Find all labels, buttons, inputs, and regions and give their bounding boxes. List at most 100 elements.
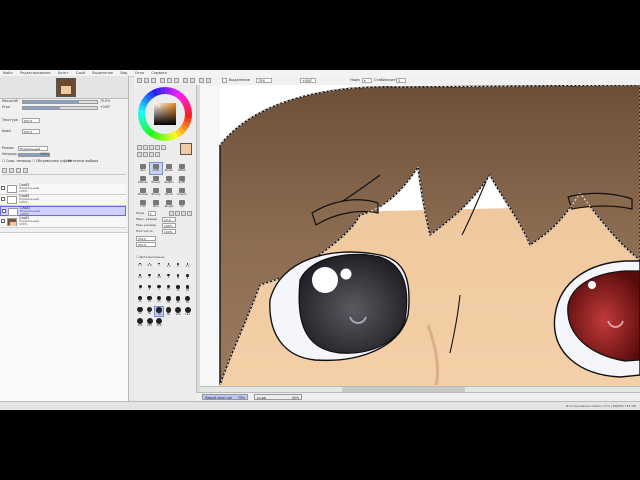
layer-item[interactable]: Слой1 Нормальный 100%: [0, 216, 126, 228]
zoom-in-icon[interactable]: [167, 78, 172, 83]
min-size-field[interactable]: 100%: [162, 223, 176, 228]
layer-item[interactable]: Слой4 Нормальный 100%: [0, 194, 126, 206]
rotate-left-icon[interactable]: [183, 78, 188, 83]
border-dropdown[interactable]: [Нет]: [22, 129, 40, 134]
delete-layer-icon[interactable]: [23, 168, 28, 173]
stabilizer-field[interactable]: 3: [396, 78, 406, 83]
preserve-opacity-option[interactable]: ☐ Сохр. непрозр.: [2, 159, 32, 164]
brush-size-preset[interactable]: 20: [146, 296, 154, 305]
brush-shape-dropdown[interactable]: [Нет]: [136, 236, 156, 241]
brush-size-preset[interactable]: 1.5: [165, 263, 173, 272]
brush-size-preset[interactable]: 30: [165, 296, 173, 305]
primary-color-swatch[interactable]: [180, 143, 192, 155]
tool-pen[interactable]: Pen: [137, 163, 149, 174]
tool-water[interactable]: Water: [176, 163, 188, 174]
merge-down-icon[interactable]: [16, 168, 21, 173]
brush-size-preset[interactable]: 2.6: [136, 274, 144, 283]
density-field[interactable]: 100%: [162, 229, 176, 234]
selection-source-option[interactable]: ☐ Источник выбора: [64, 159, 98, 164]
zoom-out-icon[interactable]: [160, 78, 165, 83]
invert-selection-icon[interactable]: [144, 78, 149, 83]
brush-size-preset[interactable]: 40: [184, 296, 192, 305]
deselect-icon[interactable]: [137, 78, 142, 83]
brush-size-preset[interactable]: 120: [184, 307, 192, 316]
rotate-tool-icon[interactable]: [149, 145, 154, 150]
brush-size-preset[interactable]: 0.7: [136, 263, 144, 272]
rotation-field[interactable]: +000°: [300, 78, 316, 83]
visibility-eye-icon[interactable]: [2, 209, 6, 213]
tool-crayon[interactable]: Crayon: [176, 187, 188, 198]
brush-size-preset[interactable]: 200: [146, 318, 154, 327]
reset-view-icon[interactable]: [206, 78, 211, 83]
brush-size-preset[interactable]: 60: [146, 307, 154, 316]
magic-wand-tool-icon[interactable]: [149, 152, 154, 157]
hand-tool-icon[interactable]: [155, 145, 160, 150]
show-selection-icon[interactable]: [151, 78, 156, 83]
tool-selpen[interactable]: SelPen: [163, 175, 175, 186]
tool-airbrush[interactable]: AirBr: [149, 162, 163, 175]
brush-size-preset[interactable]: 160: [136, 318, 144, 327]
tool-marker[interactable]: Marker: [137, 175, 149, 186]
tool-blur[interactable]: Blur: [150, 199, 162, 210]
visibility-eye-icon[interactable]: [1, 219, 5, 223]
brush-size-preset[interactable]: 12: [174, 285, 182, 294]
brush-size-preset[interactable]: 80: [165, 307, 173, 316]
nav-angle-slider[interactable]: [22, 105, 98, 110]
brush-size-preset[interactable]: 50: [136, 307, 144, 316]
brush-size-preset[interactable]: 2.3: [184, 263, 192, 272]
tool-eraser[interactable]: Eraser: [150, 175, 162, 186]
brush-texture-dropdown[interactable]: [Нет]: [136, 242, 156, 247]
lasso-tool-icon[interactable]: [143, 152, 148, 157]
brush-size-preset[interactable]: 8: [146, 285, 154, 294]
tool-oil[interactable]: Oil: [176, 199, 188, 210]
brush-size-preset[interactable]: 70: [154, 306, 164, 317]
layer-item-selected[interactable]: Слой2 Нормальный 100%: [0, 206, 126, 216]
canvas[interactable]: [200, 85, 640, 395]
tool-blend-dropdown[interactable]: ▾: [148, 211, 156, 216]
new-folder-icon[interactable]: [9, 168, 14, 173]
max-size-field[interactable]: 13.0: [162, 217, 176, 222]
brush-size-preset[interactable]: 250: [155, 318, 163, 327]
brush-shape-2-icon[interactable]: [175, 211, 180, 216]
brush-shape-1-icon[interactable]: [169, 211, 174, 216]
brush-size-preset[interactable]: 7: [136, 285, 144, 294]
brush-size-preset[interactable]: 2: [174, 263, 182, 272]
brush-size-preset[interactable]: 0.8: [146, 263, 154, 272]
flip-icon[interactable]: [199, 78, 204, 83]
brush-size-preset[interactable]: 3.5: [155, 274, 163, 283]
tool-selerase[interactable]: SelEr: [176, 175, 188, 186]
advanced-option[interactable]: ☐ Дополнительно: [136, 255, 165, 260]
brush-size-preset[interactable]: 35: [174, 296, 182, 305]
transform-tool-icon[interactable]: [155, 152, 160, 157]
zoom-field[interactable]: 75%: [256, 78, 272, 83]
nav-zoom-slider[interactable]: [22, 99, 98, 104]
artwork-illustration[interactable]: [200, 85, 640, 395]
brush-size-preset[interactable]: 100: [174, 307, 182, 316]
brush-size-preset[interactable]: 3: [146, 274, 154, 283]
tool-binary[interactable]: Binary: [150, 187, 162, 198]
brush-size-preset[interactable]: 4: [165, 274, 173, 283]
selection-checkbox[interactable]: [222, 78, 227, 83]
brush-size-preset[interactable]: 9: [155, 285, 163, 294]
brush-size-preset[interactable]: 25: [155, 296, 163, 305]
move-tool-icon[interactable]: [137, 145, 142, 150]
zoom-reset-icon[interactable]: [174, 78, 179, 83]
tool-bucket[interactable]: Bucket: [137, 187, 149, 198]
brush-shape-3-icon[interactable]: [181, 211, 186, 216]
brush-size-preset[interactable]: 16: [136, 296, 144, 305]
paper-texture-dropdown[interactable]: [Нет]: [22, 118, 40, 123]
brush-size-preset[interactable]: 6: [184, 274, 192, 283]
tool-rough[interactable]: Rough: [163, 199, 175, 210]
brush-size-preset[interactable]: 14: [184, 285, 192, 294]
new-layer-icon[interactable]: [2, 168, 7, 173]
brush-size-preset[interactable]: 5: [174, 274, 182, 283]
doc-tab[interactable]: zu.sai 50%: [254, 394, 302, 400]
brush-size-preset[interactable]: 10: [165, 285, 173, 294]
color-wheel[interactable]: [137, 86, 193, 142]
eyedropper-tool-icon[interactable]: [161, 145, 166, 150]
visibility-eye-icon[interactable]: [1, 197, 5, 201]
blend-dropdown[interactable]: ▾: [362, 78, 372, 83]
tool-brush[interactable]: Brush: [163, 163, 175, 174]
zoom-tool-icon[interactable]: [143, 145, 148, 150]
rotate-right-icon[interactable]: [190, 78, 195, 83]
